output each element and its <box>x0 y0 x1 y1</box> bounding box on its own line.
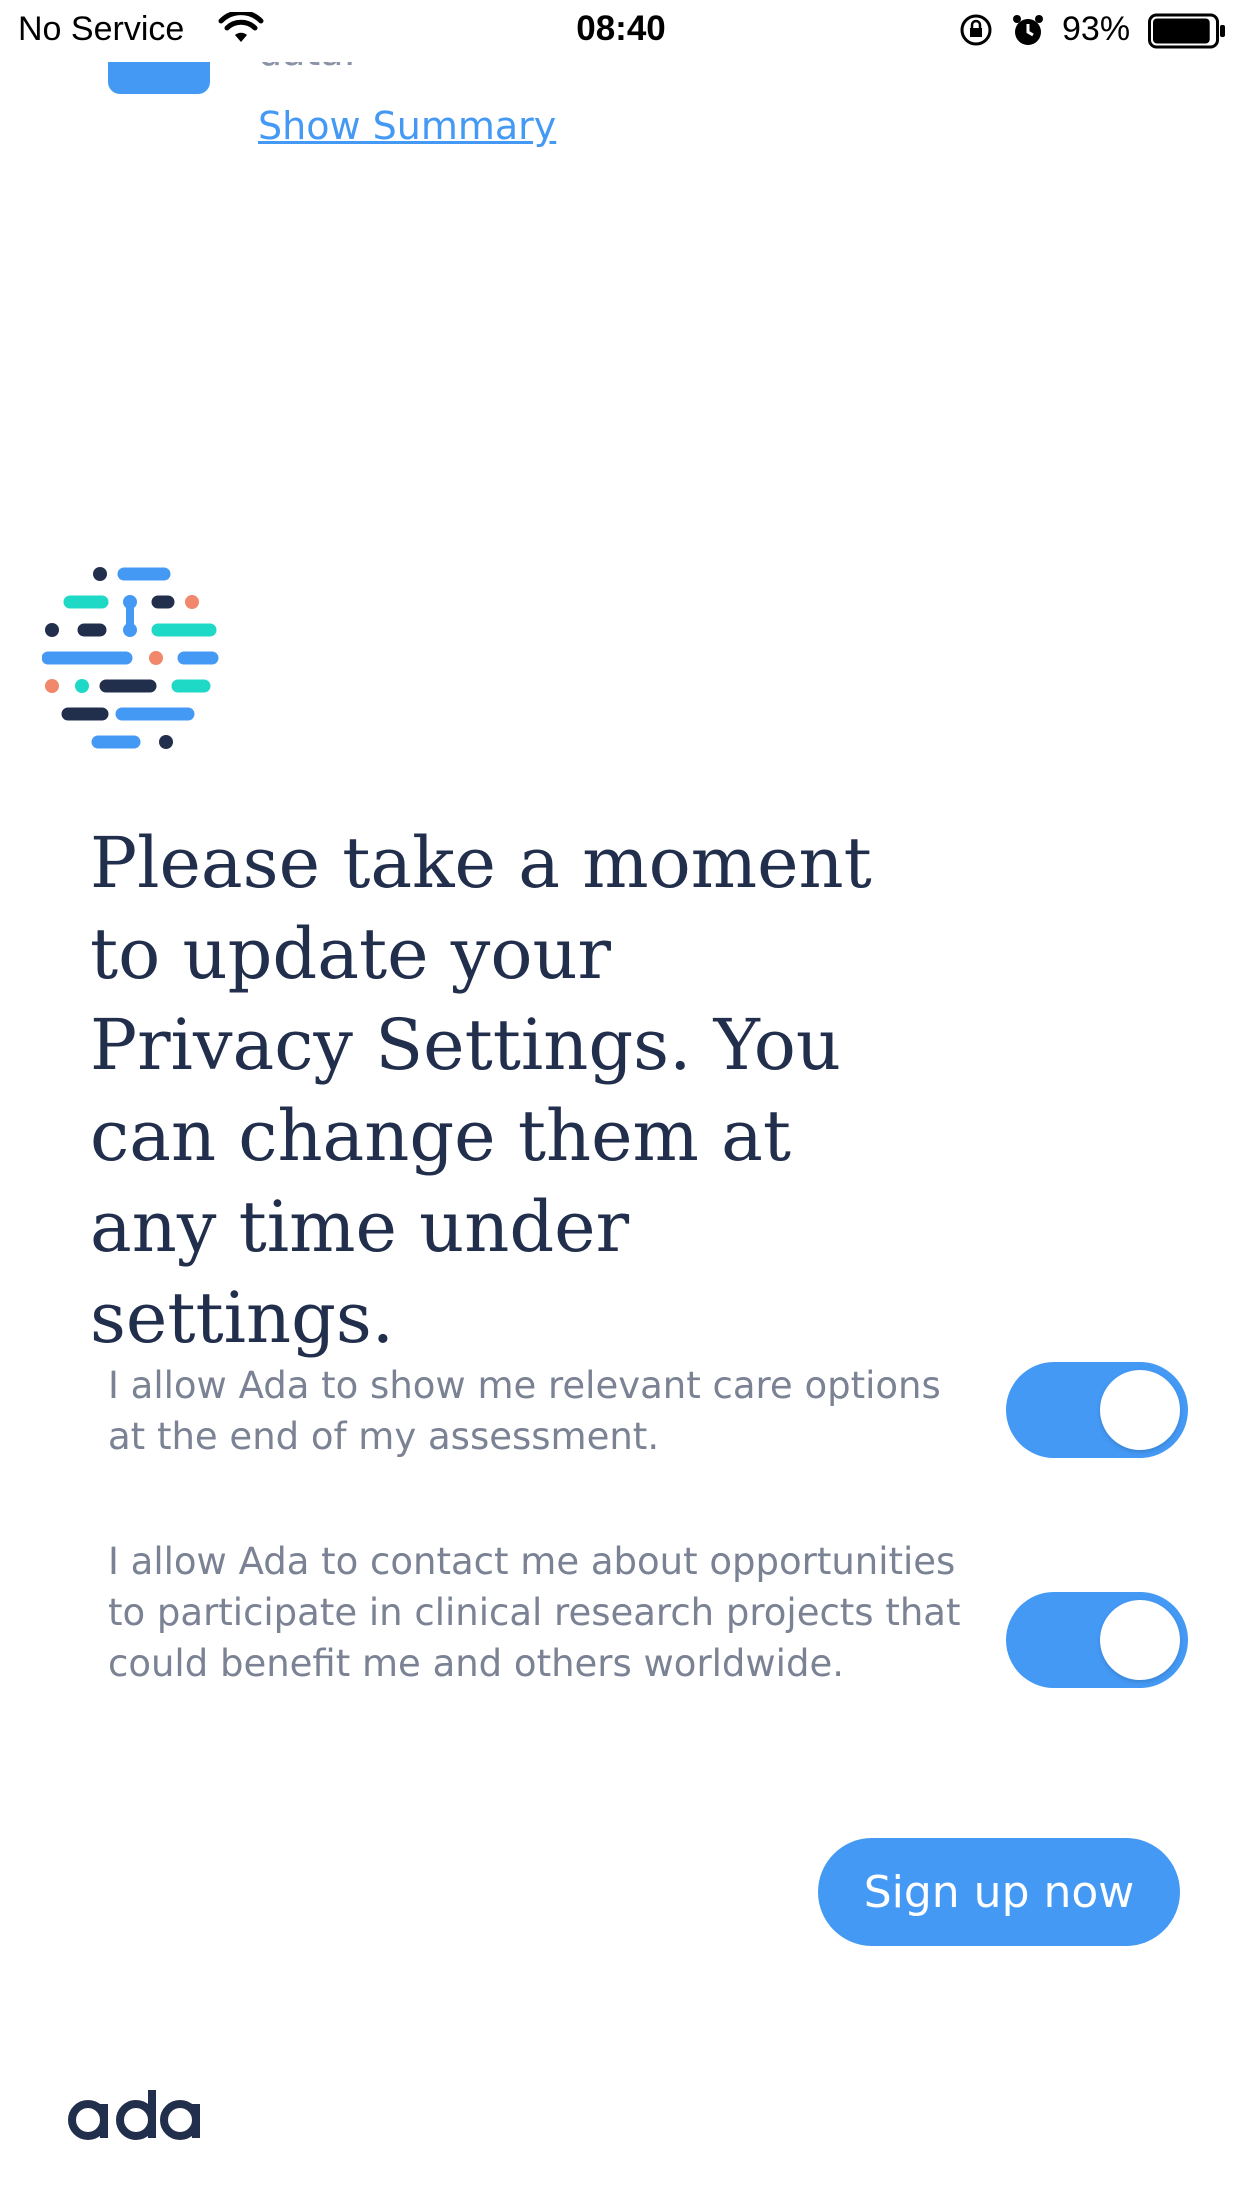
care-options-label: I allow Ada to show me relevant care opt… <box>108 1364 941 1458</box>
alarm-icon <box>1013 15 1043 45</box>
care-options-toggle[interactable] <box>1006 1362 1188 1458</box>
research-contact-label: I allow Ada to contact me about opportun… <box>108 1540 961 1685</box>
toggle-knob <box>1100 1370 1180 1450</box>
toggle-knob <box>1100 1600 1180 1680</box>
orientation-lock-icon <box>960 14 992 46</box>
research-contact-toggle[interactable] <box>1006 1592 1188 1688</box>
ada-logo-icon <box>42 567 219 749</box>
battery-icon <box>1148 13 1225 49</box>
battery-percent: 93% <box>1062 10 1131 48</box>
clock: 08:40 <box>576 9 666 48</box>
ada-wordmark-logo: ada <box>68 2090 200 2140</box>
sign-up-button[interactable]: Sign up now <box>818 1838 1180 1946</box>
show-summary-link[interactable]: Show Summary <box>258 104 556 148</box>
status-bar: No Service 08:40 93% <box>0 0 1242 62</box>
privacy-headline: Please take a moment to update your Priv… <box>90 822 872 1359</box>
care-options-setting: I allow Ada to show me relevant care opt… <box>108 1360 1188 1462</box>
research-contact-setting: I allow Ada to contact me about opportun… <box>108 1536 1188 1689</box>
